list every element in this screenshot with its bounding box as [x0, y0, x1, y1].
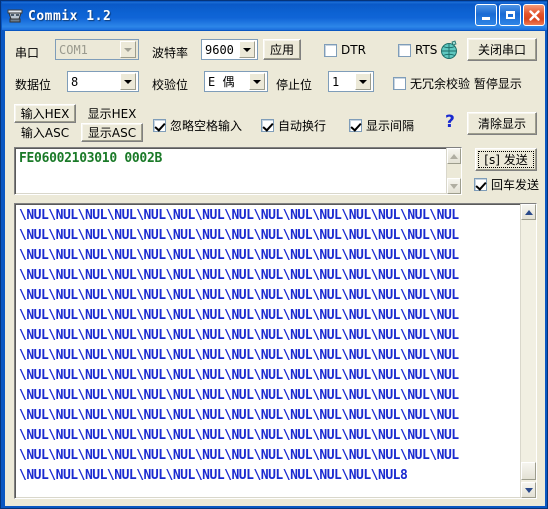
port-label: 串口: [15, 46, 40, 60]
auto-wrap-checkbox-box: [261, 119, 274, 132]
no-redundancy-label: 无冗余校验 暂停显示: [410, 77, 522, 91]
stopbits-select[interactable]: 1: [328, 71, 374, 92]
ignore-space-label: 忽略空格输入: [170, 119, 243, 133]
display-hex-toggle[interactable]: 显示HEX: [81, 104, 143, 123]
ignore-space-checkbox[interactable]: 忽略空格输入: [153, 117, 242, 134]
enter-sends-label: 回车发送: [491, 178, 540, 192]
close-icon: [528, 9, 540, 21]
enter-sends-checkbox-box: [474, 178, 487, 191]
stopbits-label: 停止位: [276, 78, 313, 92]
send-scroll-up-button[interactable]: [447, 148, 461, 164]
no-redundancy-checkbox-box: [393, 77, 406, 90]
input-hex-toggle[interactable]: 输入HEX: [14, 104, 76, 123]
chevron-up-icon: [524, 209, 533, 215]
send-input[interactable]: FE06002103010 0002B: [14, 147, 462, 195]
minimize-icon: [482, 17, 490, 20]
serial-terminal-icon: [6, 7, 24, 25]
receive-scroll-thumb[interactable]: [521, 462, 536, 480]
client-area: 串口 COM1 波特率 9600 应用 DTR RTS 关闭串口 数据位 8 校…: [5, 31, 545, 506]
show-interval-checkbox[interactable]: 显示间隔: [349, 117, 414, 134]
rts-checkbox[interactable]: RTS: [398, 43, 437, 57]
window-titlebar[interactable]: Commix 1.2: [2, 2, 547, 30]
receive-line: \NUL\NUL\NUL\NUL\NUL\NUL\NUL\NUL\NUL\NUL…: [19, 228, 459, 243]
display-asc-toggle[interactable]: 显示ASC: [81, 123, 143, 142]
receive-scroll-up-button[interactable]: [521, 204, 536, 220]
window-title: Commix 1.2: [28, 8, 112, 24]
auto-wrap-checkbox[interactable]: 自动换行: [261, 117, 326, 134]
dtr-checkbox-box: [324, 43, 337, 57]
parity-select[interactable]: E 偶: [204, 71, 268, 92]
port-select-value: COM1: [59, 42, 88, 57]
chevron-down-icon: [249, 73, 265, 90]
receive-line: \NUL\NUL\NUL\NUL\NUL\NUL\NUL\NUL\NUL\NUL…: [19, 308, 459, 323]
dtr-label: DTR: [341, 43, 366, 57]
ignore-space-checkbox-box: [153, 119, 166, 132]
receive-line: \NUL\NUL\NUL\NUL\NUL\NUL\NUL\NUL\NUL\NUL…: [19, 388, 459, 403]
databits-label: 数据位: [15, 78, 52, 92]
receive-line: \NUL\NUL\NUL\NUL\NUL\NUL\NUL\NUL\NUL\NUL…: [19, 268, 459, 283]
apply-button[interactable]: 应用: [263, 39, 301, 60]
maximize-icon: [505, 11, 515, 19]
auto-wrap-label: 自动换行: [278, 119, 327, 133]
receive-line: \NUL\NUL\NUL\NUL\NUL\NUL\NUL\NUL\NUL\NUL…: [19, 288, 459, 303]
receive-line: \NUL\NUL\NUL\NUL\NUL\NUL\NUL\NUL\NUL\NUL…: [19, 348, 459, 363]
rts-label: RTS: [415, 43, 438, 57]
clear-display-button[interactable]: 清除显示: [467, 112, 537, 135]
baud-select[interactable]: 9600: [201, 39, 258, 60]
databits-select[interactable]: 8: [67, 71, 139, 92]
show-interval-label: 显示间隔: [366, 119, 415, 133]
chevron-down-icon: [355, 73, 371, 90]
send-button[interactable]: [s] 发送: [475, 148, 537, 171]
input-asc-toggle[interactable]: 输入ASC: [14, 123, 76, 142]
stopbits-select-value: 1: [332, 74, 340, 89]
close-button[interactable]: [523, 4, 545, 26]
show-interval-checkbox-box: [349, 119, 362, 132]
receive-line: \NUL\NUL\NUL\NUL\NUL\NUL\NUL\NUL\NUL\NUL…: [19, 468, 408, 483]
chevron-down-icon: [450, 183, 458, 189]
minimize-button[interactable]: [475, 4, 497, 26]
send-input-text: FE06002103010 0002B: [19, 151, 163, 166]
rts-checkbox-box: [398, 43, 411, 57]
chevron-down-icon: [120, 73, 136, 90]
receive-line: \NUL\NUL\NUL\NUL\NUL\NUL\NUL\NUL\NUL\NUL…: [19, 448, 459, 463]
enter-sends-checkbox[interactable]: 回车发送: [474, 176, 545, 193]
receive-output[interactable]: \NUL\NUL\NUL\NUL\NUL\NUL\NUL\NUL\NUL\NUL…: [14, 203, 537, 499]
window-buttons: [475, 4, 545, 26]
send-scroll-down-button[interactable]: [447, 178, 461, 194]
receive-line: \NUL\NUL\NUL\NUL\NUL\NUL\NUL\NUL\NUL\NUL…: [19, 428, 459, 443]
databits-select-value: 8: [71, 74, 79, 89]
chevron-down-icon: [120, 41, 136, 58]
send-input-scrollbar[interactable]: [446, 148, 461, 194]
close-port-button[interactable]: 关闭串口: [467, 38, 537, 61]
port-select[interactable]: COM1: [55, 39, 139, 60]
receive-line: \NUL\NUL\NUL\NUL\NUL\NUL\NUL\NUL\NUL\NUL…: [19, 208, 459, 223]
receive-line: \NUL\NUL\NUL\NUL\NUL\NUL\NUL\NUL\NUL\NUL…: [19, 328, 459, 343]
no-redundancy-checkbox[interactable]: 无冗余校验 暂停显示: [393, 75, 522, 92]
parity-label: 校验位: [152, 78, 189, 92]
baud-label: 波特率: [152, 46, 189, 60]
dtr-checkbox[interactable]: DTR: [324, 43, 366, 57]
chevron-down-icon: [239, 41, 255, 58]
help-icon[interactable]: ?: [445, 112, 455, 132]
receive-scrollbar[interactable]: [520, 204, 536, 498]
send-button-label: [s] 发送: [484, 153, 528, 167]
receive-line: \NUL\NUL\NUL\NUL\NUL\NUL\NUL\NUL\NUL\NUL…: [19, 248, 459, 263]
network-globe-icon[interactable]: [439, 39, 461, 61]
commix-window: Commix 1.2 串口 COM1 波特率 9600 应用 DTR RTS 关…: [0, 0, 548, 509]
baud-select-value: 9600: [205, 42, 234, 57]
parity-select-value: E 偶: [208, 75, 235, 89]
receive-output-lines: \NUL\NUL\NUL\NUL\NUL\NUL\NUL\NUL\NUL\NUL…: [19, 206, 536, 486]
maximize-button[interactable]: [499, 4, 521, 26]
chevron-up-icon: [450, 153, 458, 159]
receive-scroll-down-button[interactable]: [521, 482, 536, 498]
receive-line: \NUL\NUL\NUL\NUL\NUL\NUL\NUL\NUL\NUL\NUL…: [19, 368, 459, 383]
chevron-down-icon: [524, 487, 533, 493]
receive-line: \NUL\NUL\NUL\NUL\NUL\NUL\NUL\NUL\NUL\NUL…: [19, 408, 459, 423]
